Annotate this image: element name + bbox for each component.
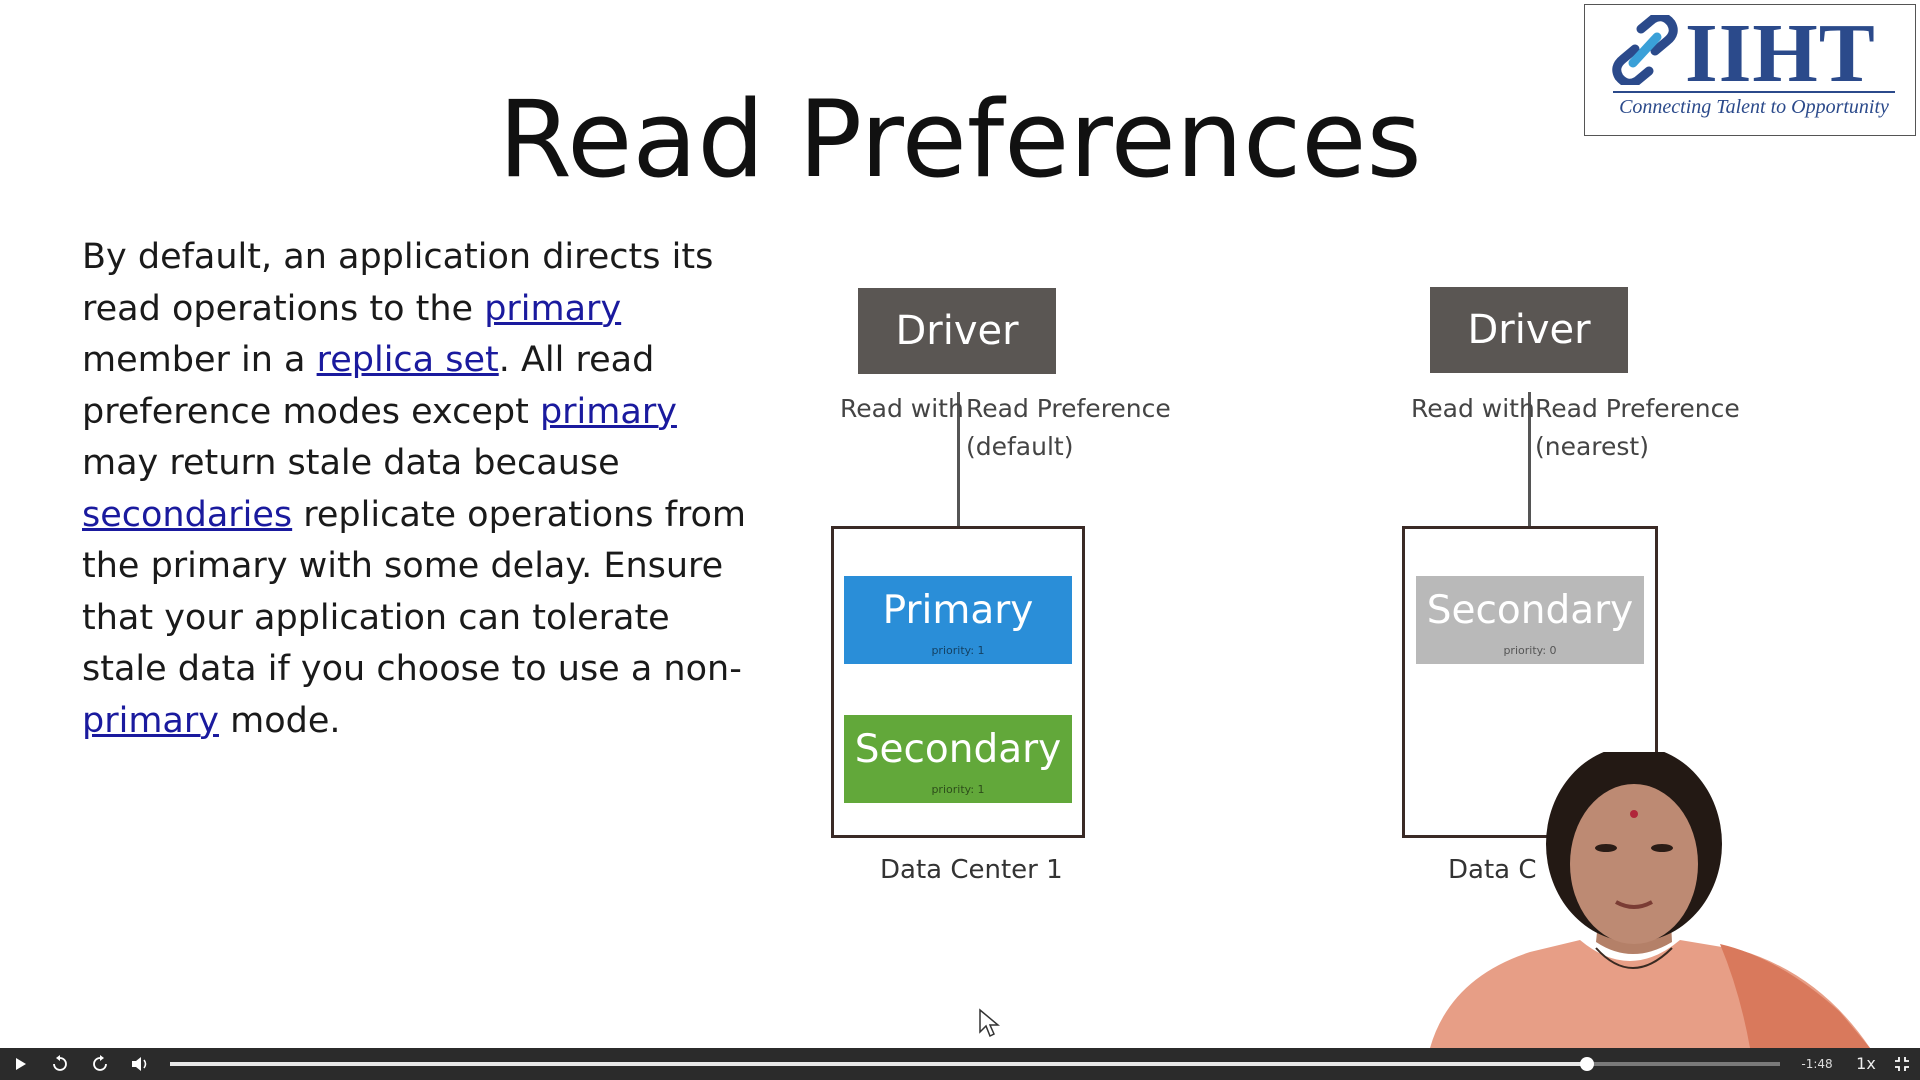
body-text-4: may return stale data because (82, 443, 620, 483)
member-priority: priority: 1 (931, 783, 985, 796)
volume-icon (132, 1057, 147, 1071)
volume-button[interactable] (122, 1048, 158, 1080)
member-priority: priority: 1 (931, 644, 985, 657)
fullscreen-exit-button[interactable] (1884, 1048, 1920, 1080)
body-text-2: member in a (82, 340, 317, 380)
link-replica-set[interactable]: replica set (317, 340, 499, 380)
driver-box-right: Driver (1430, 287, 1628, 373)
data-center-label-left: Data Center 1 (880, 855, 1063, 885)
member-priority: priority: 0 (1503, 644, 1557, 657)
slide-title: Read Preferences (498, 78, 1422, 201)
progress-track[interactable] (170, 1057, 1780, 1071)
link-primary[interactable]: primary (82, 701, 219, 741)
play-button[interactable] (2, 1048, 38, 1080)
driver-box-left: Driver (858, 288, 1056, 374)
read-preference-label-left: Read Preference (966, 394, 1171, 423)
forward-icon (93, 1055, 107, 1071)
progress-knob[interactable] (1579, 1057, 1594, 1071)
time-remaining: -1:48 (1801, 1057, 1833, 1071)
link-secondaries[interactable]: secondaries (82, 495, 292, 535)
progress-fill (170, 1062, 1587, 1066)
link-primary[interactable]: primary (540, 392, 677, 432)
play-icon (16, 1058, 26, 1070)
forward-button[interactable] (82, 1048, 118, 1080)
primary-member: Primary priority: 1 (844, 576, 1072, 664)
secondary-member-right: Secondary priority: 0 (1416, 576, 1644, 664)
read-mode-label-right: (nearest) (1535, 432, 1649, 461)
link-primary[interactable]: primary (484, 289, 621, 329)
slide-body: By default, an application directs its r… (82, 232, 762, 747)
read-mode-label-left: (default) (966, 432, 1074, 461)
video-player-bar: -1:48 1x (0, 1048, 1920, 1080)
read-preference-label-right: Read Preference (1535, 394, 1740, 423)
rewind-button[interactable] (42, 1048, 78, 1080)
secondary-member-left: Secondary priority: 1 (844, 715, 1072, 803)
presenter-video (1430, 752, 1870, 1048)
member-name: Secondary (854, 727, 1062, 772)
chain-link-icon (1612, 15, 1678, 85)
playback-speed-button[interactable]: 1x (1848, 1048, 1884, 1080)
fullscreen-exit-icon (1895, 1057, 1909, 1071)
member-name: Primary (882, 588, 1034, 633)
body-text-6: mode. (218, 700, 341, 741)
read-with-label-right: Read with (1411, 394, 1535, 423)
rewind-icon (53, 1055, 67, 1071)
read-with-label-left: Read with (840, 394, 964, 423)
mouse-cursor-icon (979, 1008, 1000, 1038)
member-name: Secondary (1426, 588, 1634, 633)
